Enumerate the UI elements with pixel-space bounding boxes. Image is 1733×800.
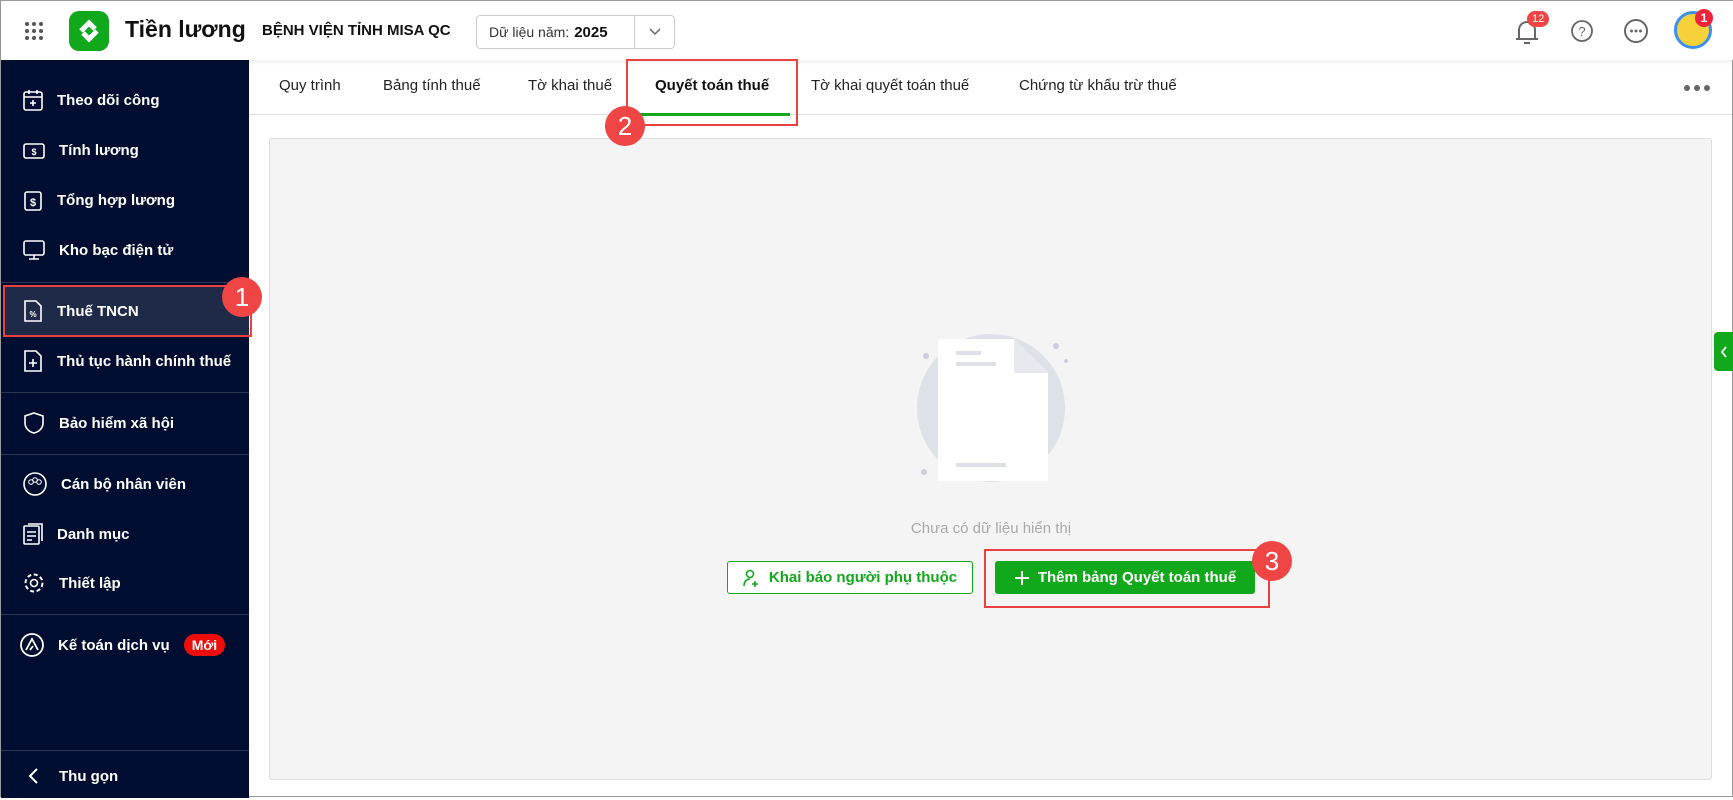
collapse-sidebar-button[interactable]: Thu gọn <box>1 752 249 800</box>
app-logo <box>69 11 109 51</box>
sidebar-item-label: Kế toán dịch vụ <box>58 636 170 654</box>
svg-text:$: $ <box>30 197 36 209</box>
tab-tax-return[interactable]: Tờ khai thuế <box>528 77 612 94</box>
app-title: Tiền lương <box>125 16 246 42</box>
sidebar-item-label: Kho bạc điện tử <box>59 241 174 259</box>
sidebar-item-label: Bảo hiểm xã hội <box>59 414 175 432</box>
notification-count: 12 <box>1527 11 1550 27</box>
year-select[interactable]: Dữ liệu năm: 2025 <box>476 15 675 49</box>
document-plus-icon <box>24 350 42 372</box>
accounting-service-icon <box>20 633 44 657</box>
list-document-icon <box>23 523 43 545</box>
sidebar-item-label: Tính lương <box>59 141 139 159</box>
sidebar-item-label: Thiết lập <box>59 574 121 592</box>
monitor-icon <box>23 240 45 260</box>
people-icon <box>23 472 47 496</box>
button-label: Khai báo người phụ thuộc <box>768 569 958 586</box>
gear-icon <box>24 573 44 593</box>
sidebar-item-payroll-summary[interactable]: $ Tổng hợp lương <box>1 176 249 224</box>
tab-settlement-return[interactable]: Tờ khai quyết toán thuế <box>811 77 969 94</box>
annotation-badge-1: 1 <box>222 277 262 317</box>
sidebar-item-attendance[interactable]: Theo dõi công <box>1 76 249 124</box>
more-options-icon[interactable] <box>1623 18 1649 44</box>
year-value: 2025 <box>574 23 608 41</box>
empty-document-illustration <box>917 334 1068 482</box>
annotation-box-2 <box>626 59 798 126</box>
avatar-badge: 1 <box>1695 9 1713 27</box>
shield-heart-icon <box>24 412 44 434</box>
sidebar-item-label: Cán bộ nhân viên <box>61 475 187 493</box>
tab-withholding-certificates[interactable]: Chứng từ khấu trừ thuế <box>1019 77 1177 94</box>
sidebar-item-social-insurance[interactable]: Bảo hiểm xã hội <box>1 399 249 447</box>
sidebar-item-treasury[interactable]: Kho bạc điện tử <box>1 226 249 274</box>
more-tabs-icon[interactable] <box>1683 84 1711 92</box>
sidebar: Theo dõi công $ Tính lương $ Tổng hợp lươn… <box>1 60 249 798</box>
user-avatar[interactable]: 1 <box>1674 9 1713 49</box>
sidebar-item-label: Danh mục <box>57 525 130 543</box>
help-icon[interactable]: ? <box>1570 19 1594 43</box>
sidebar-item-catalog[interactable]: Danh mục <box>1 510 249 558</box>
year-label: Dữ liệu năm: <box>489 24 570 40</box>
chevron-left-icon <box>28 768 38 784</box>
annotation-badge-2: 2 <box>605 106 645 146</box>
notification-button[interactable]: 12 <box>1513 11 1550 52</box>
annotation-box-3 <box>984 549 1270 608</box>
tab-process[interactable]: Quy trình <box>279 77 341 94</box>
annotation-box-1 <box>3 285 252 337</box>
sidebar-item-payroll[interactable]: $ Tính lương <box>1 126 249 174</box>
new-badge: Mới <box>183 634 226 656</box>
collapse-label: Thu gọn <box>59 767 119 785</box>
tab-tax-calculation[interactable]: Bảng tính thuế <box>383 77 481 94</box>
sidebar-item-label: Theo dõi công <box>57 91 160 109</box>
clipboard-dollar-icon: $ <box>24 191 42 211</box>
side-panel-toggle[interactable] <box>1714 332 1733 371</box>
sidebar-item-tax-procedures[interactable]: Thủ tục hành chính thuế <box>1 337 249 385</box>
wallet-icon: $ <box>23 143 45 159</box>
sidebar-item-label: Tổng hợp lương <box>57 191 175 209</box>
declare-dependent-button[interactable]: Khai báo người phụ thuộc <box>727 561 973 594</box>
chevron-left-icon <box>1720 345 1727 358</box>
sidebar-item-settings[interactable]: Thiết lập <box>1 559 249 607</box>
org-name: BỆNH VIỆN TỈNH MISA QC <box>262 22 451 39</box>
app-grid-icon[interactable] <box>24 21 44 41</box>
chevron-down-icon[interactable] <box>634 16 674 48</box>
svg-text:?: ? <box>1578 24 1585 39</box>
calendar-icon <box>23 90 43 111</box>
annotation-badge-3: 3 <box>1252 541 1292 581</box>
svg-text:$: $ <box>31 147 36 157</box>
sidebar-item-accounting-service[interactable]: Kế toán dịch vụ Mới <box>1 621 249 669</box>
sidebar-item-employees[interactable]: Cán bộ nhân viên <box>1 460 249 508</box>
empty-state-text: Chưa có dữ liệu hiển thị <box>910 520 1072 537</box>
user-plus-icon <box>743 569 758 587</box>
sidebar-item-label: Thủ tục hành chính thuế <box>57 352 232 370</box>
top-header: Tiền lương BỆNH VIỆN TỈNH MISA QC Dữ liệ… <box>1 1 1733 60</box>
